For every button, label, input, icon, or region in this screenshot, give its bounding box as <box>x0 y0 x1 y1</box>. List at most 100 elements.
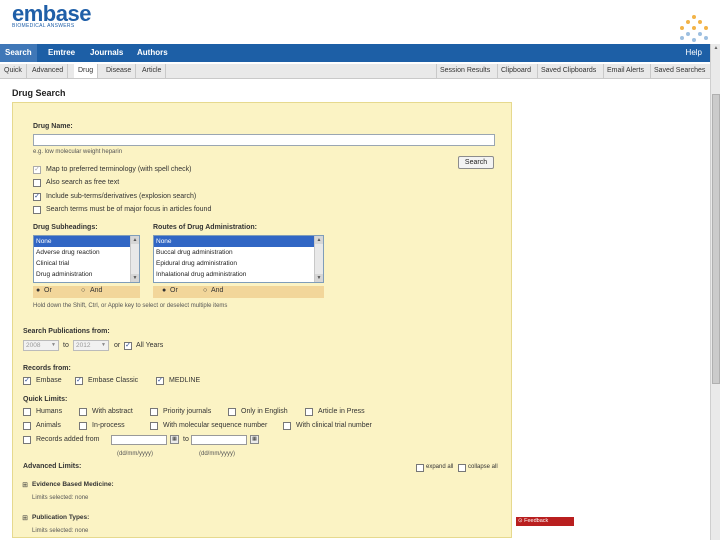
expand-all-radio[interactable] <box>416 464 424 472</box>
free-text-checkbox[interactable] <box>33 179 41 187</box>
date-format-to-hint: (dd/mm/yyyy) <box>199 451 235 457</box>
list-item[interactable]: Buccal drug administration <box>154 247 323 258</box>
animals-checkbox[interactable] <box>23 422 31 430</box>
list-item[interactable]: Adverse drug reaction <box>34 247 139 258</box>
tab-advanced[interactable]: Advanced <box>32 64 69 78</box>
list-item[interactable]: None <box>34 236 139 247</box>
humans-label: Humans <box>36 408 63 415</box>
expand-icon[interactable]: ⊞ <box>21 514 29 522</box>
article-in-press-label: Article in Press <box>318 408 365 415</box>
only-english-label: Only in English <box>241 408 288 415</box>
tab-session-results[interactable]: Session Results <box>436 64 490 78</box>
year-or-label: or <box>114 342 121 349</box>
drug-name-label: Drug Name: <box>33 123 73 130</box>
embase-checkbox[interactable]: ✓ <box>23 377 31 385</box>
all-years-checkbox[interactable]: ✓ <box>124 342 132 350</box>
embase-logo[interactable]: embase BIOMEDICAL ANSWERS <box>12 2 91 30</box>
scroll-down-arrow-icon[interactable]: ▼ <box>315 274 323 282</box>
priority-journals-checkbox[interactable] <box>150 408 158 416</box>
secondary-nav: Quick Advanced Drug Disease Article Sess… <box>0 64 710 79</box>
collapse-all-radio[interactable] <box>458 464 466 472</box>
list-item[interactable]: Inhalational drug administration <box>154 269 323 280</box>
routes-or-and: ● Or ○ And <box>153 286 324 298</box>
publication-types-title[interactable]: Publication Types: <box>32 514 89 521</box>
calendar-icon[interactable]: ▦ <box>170 435 179 444</box>
nav-help[interactable]: Help <box>686 44 702 62</box>
major-focus-checkbox[interactable] <box>33 206 41 214</box>
medline-checkbox[interactable]: ✓ <box>156 377 164 385</box>
nav-journals[interactable]: Journals <box>90 44 123 62</box>
list-scrollbar[interactable]: ▲ ▼ <box>130 236 139 282</box>
records-from-label: Records from: <box>23 365 71 372</box>
humans-checkbox[interactable] <box>23 408 31 416</box>
explosion-checkbox[interactable]: ✓ <box>33 193 41 201</box>
routes-list[interactable]: None Buccal drug administration Epidural… <box>153 235 324 283</box>
subheadings-or-and: ● Or ○ And <box>33 286 140 298</box>
tab-saved-clipboards[interactable]: Saved Clipboards <box>537 64 596 78</box>
article-in-press-checkbox[interactable] <box>305 408 313 416</box>
calendar-icon[interactable]: ▦ <box>250 435 259 444</box>
tab-article[interactable]: Article <box>142 64 167 78</box>
year-from-value: 2008 <box>26 342 41 349</box>
molecular-sequence-checkbox[interactable] <box>150 422 158 430</box>
embase-label: Embase <box>36 377 62 384</box>
nav-search[interactable]: Search <box>0 44 37 62</box>
drug-name-input[interactable] <box>33 134 495 146</box>
list-item[interactable]: Clinical trial <box>34 258 139 269</box>
year-to-label: to <box>63 342 69 349</box>
ebm-section-summary: Limits selected: none <box>32 495 89 501</box>
in-process-checkbox[interactable] <box>79 422 87 430</box>
list-item[interactable]: None <box>154 236 323 247</box>
records-added-checkbox[interactable] <box>23 436 31 444</box>
subheadings-and-radio[interactable]: ○ <box>81 287 85 294</box>
scroll-up-arrow-icon[interactable]: ▲ <box>712 45 720 53</box>
with-abstract-label: With abstract <box>92 408 133 415</box>
scroll-down-arrow-icon[interactable]: ▼ <box>131 274 139 282</box>
feedback-button[interactable]: ⊙ Feedback <box>516 517 574 526</box>
tab-clipboard[interactable]: Clipboard <box>497 64 531 78</box>
records-added-from-input[interactable] <box>111 435 167 445</box>
subheadings-or-label: Or <box>44 287 52 294</box>
subheadings-or-radio[interactable]: ● <box>36 287 40 294</box>
tab-quick[interactable]: Quick <box>4 64 27 78</box>
routes-or-radio[interactable]: ● <box>162 287 166 294</box>
expand-icon[interactable]: ⊞ <box>21 481 29 489</box>
search-button[interactable]: Search <box>458 156 494 169</box>
nav-authors[interactable]: Authors <box>137 44 168 62</box>
map-terminology-checkbox[interactable]: ✓ <box>33 166 41 174</box>
drug-name-example: e.g. low molecular weight heparin <box>33 149 123 155</box>
list-item[interactable]: Epidural drug administration <box>154 258 323 269</box>
drug-subheadings-list[interactable]: None Adverse drug reaction Clinical tria… <box>33 235 140 283</box>
feedback-label: Feedback <box>524 518 549 524</box>
scroll-up-arrow-icon[interactable]: ▲ <box>315 236 323 244</box>
with-abstract-checkbox[interactable] <box>79 408 87 416</box>
nav-emtree[interactable]: Emtree <box>48 44 75 62</box>
routes-or-label: Or <box>170 287 178 294</box>
list-item[interactable]: Drug administration <box>34 269 139 280</box>
advanced-limits-label: Advanced Limits: <box>23 463 82 470</box>
page-title: Drug Search <box>12 88 66 98</box>
subheadings-and-label: And <box>90 287 103 294</box>
page-scrollbar[interactable]: ▲ <box>710 44 720 540</box>
routes-and-radio[interactable]: ○ <box>203 287 207 294</box>
tab-saved-searches[interactable]: Saved Searches <box>650 64 705 78</box>
scroll-up-arrow-icon[interactable]: ▲ <box>131 236 139 244</box>
expand-all-label[interactable]: expand all <box>426 464 453 470</box>
drug-search-form: Drug Name: e.g. low molecular weight hep… <box>12 102 512 538</box>
clinical-trial-number-checkbox[interactable] <box>283 422 291 430</box>
year-from-select[interactable]: 2008 ▼ <box>23 340 59 351</box>
tab-disease[interactable]: Disease <box>106 64 137 78</box>
records-added-to-input[interactable] <box>191 435 247 445</box>
ebm-section-title[interactable]: Evidence Based Medicine: <box>32 481 114 488</box>
tab-drug[interactable]: Drug <box>74 64 99 78</box>
year-to-value: 2012 <box>76 342 91 349</box>
records-added-to-label: to <box>183 436 189 443</box>
tab-email-alerts[interactable]: Email Alerts <box>603 64 644 78</box>
primary-nav: Search Emtree Journals Authors Help <box>0 44 710 62</box>
embase-classic-checkbox[interactable]: ✓ <box>75 377 83 385</box>
year-to-select[interactable]: 2012 ▼ <box>73 340 109 351</box>
explosion-label: Include sub-terms/derivatives (explosion… <box>46 193 197 200</box>
list-scrollbar[interactable]: ▲ ▼ <box>314 236 323 282</box>
scrollbar-thumb[interactable] <box>712 94 720 384</box>
only-english-checkbox[interactable] <box>228 408 236 416</box>
